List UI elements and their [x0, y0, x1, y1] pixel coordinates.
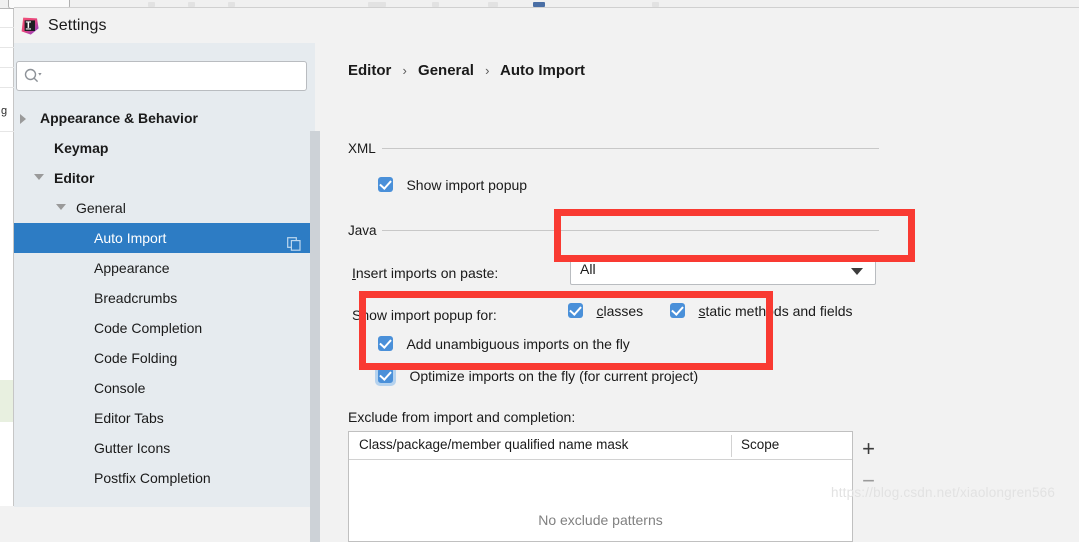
section-title-java: Java [348, 223, 377, 238]
exclude-table[interactable]: Class/package/member qualified name mask… [348, 431, 853, 542]
ide-editor-text: g [1, 104, 13, 118]
sidebar-item-breadcrumbs[interactable]: Breadcrumbs [14, 283, 315, 313]
sidebar-item-label: Breadcrumbs [94, 283, 177, 313]
sidebar-item-label: Code Folding [94, 343, 177, 373]
column-divider[interactable] [731, 435, 732, 457]
insert-imports-label-rest: nsert imports on paste: [356, 265, 498, 281]
exclude-table-empty-text: No exclude patterns [349, 512, 852, 528]
add-exclude-pattern-button[interactable]: + [853, 435, 884, 463]
sidebar-item-label: Appearance [94, 253, 170, 283]
sidebar-item-gutter-icons[interactable]: Gutter Icons [14, 433, 315, 463]
sidebar-scrollbar-thumb[interactable] [310, 131, 320, 542]
chevron-right-icon[interactable] [20, 114, 26, 124]
settings-dialog: Settings Appearance & BehaviorKeymapEdit… [14, 7, 1079, 506]
sidebar-item-code-folding[interactable]: Code Folding [14, 343, 315, 373]
search-field-wrapper[interactable] [16, 61, 307, 91]
settings-sidebar: Appearance & BehaviorKeymapEditorGeneral… [14, 43, 315, 507]
sidebar-item-appearance-behavior[interactable]: Appearance & Behavior [14, 103, 315, 133]
sidebar-item-label: Gutter Icons [94, 433, 170, 463]
sidebar-item-label: Postfix Completion [94, 463, 211, 493]
breadcrumb: Editor › General › Auto Import [348, 62, 585, 79]
sidebar-item-appearance[interactable]: Appearance [14, 253, 315, 283]
settings-tree: Appearance & BehaviorKeymapEditorGeneral… [14, 103, 315, 507]
exclude-table-header: Class/package/member qualified name mask… [349, 432, 852, 460]
sidebar-item-code-completion[interactable]: Code Completion [14, 313, 315, 343]
watermark: https://blog.csdn.net/xiaolongren566 [831, 485, 1055, 500]
annotation-box-combo [554, 209, 915, 262]
checkbox-box-icon[interactable] [378, 177, 393, 192]
insert-imports-label: Insert imports on paste: [352, 265, 498, 281]
dropdown-selected-value: All [580, 261, 596, 277]
checkbox-box-icon[interactable] [378, 368, 393, 383]
sidebar-item-label: Editor Tabs [94, 403, 164, 433]
annotation-box-onfly-checkboxes [359, 291, 773, 370]
sidebar-item-editor[interactable]: Editor [14, 163, 315, 193]
chevron-down-icon[interactable] [56, 204, 66, 210]
exclude-section-label: Exclude from import and completion: [348, 409, 575, 425]
sidebar-item-label: Console [94, 373, 145, 403]
checkbox-show-import-popup[interactable]: Show import popup [378, 176, 527, 194]
intellij-idea-logo-icon [20, 16, 40, 36]
sidebar-item-label: Auto Import [94, 223, 166, 253]
breadcrumb-part-general[interactable]: General [418, 62, 474, 79]
search-input[interactable] [16, 61, 307, 91]
sidebar-item-label: Editor [54, 163, 94, 193]
chevron-down-icon[interactable] [34, 174, 44, 180]
sidebar-item-editor-tabs[interactable]: Editor Tabs [14, 403, 315, 433]
sidebar-item-label: Code Completion [94, 313, 202, 343]
dialog-title: Settings [48, 14, 107, 38]
breadcrumb-separator-icon: › [485, 63, 489, 78]
breadcrumb-part-auto-import: Auto Import [500, 62, 585, 79]
section-rule-xml [382, 148, 879, 149]
dropdown-arrow-icon[interactable] [851, 268, 863, 275]
section-title-xml: XML [348, 141, 376, 156]
sidebar-item-auto-import[interactable]: Auto Import [14, 223, 315, 253]
sidebar-item-label: Appearance & Behavior [40, 103, 198, 133]
sidebar-item-label: General [76, 193, 126, 223]
sidebar-item-console[interactable]: Console [14, 373, 315, 403]
settings-main-pane: Editor › General › Auto Import XML Show … [320, 43, 1079, 507]
sidebar-item-keymap[interactable]: Keymap [14, 133, 315, 163]
column-header-scope[interactable]: Scope [741, 437, 779, 452]
checkbox-label: Show import popup [406, 177, 527, 193]
column-header-name-mask[interactable]: Class/package/member qualified name mask [359, 437, 628, 452]
breadcrumb-separator-icon: › [403, 63, 407, 78]
sidebar-item-postfix-completion[interactable]: Postfix Completion [14, 463, 315, 493]
sidebar-item-general[interactable]: General [14, 193, 315, 223]
copy-settings-icon[interactable] [287, 231, 301, 245]
dialog-title-bar: Settings [14, 8, 1079, 43]
breadcrumb-part-editor[interactable]: Editor [348, 62, 391, 79]
ide-editor-highlight [0, 380, 13, 422]
ide-editor-lines [0, 9, 14, 506]
sidebar-item-label: Keymap [54, 133, 108, 163]
